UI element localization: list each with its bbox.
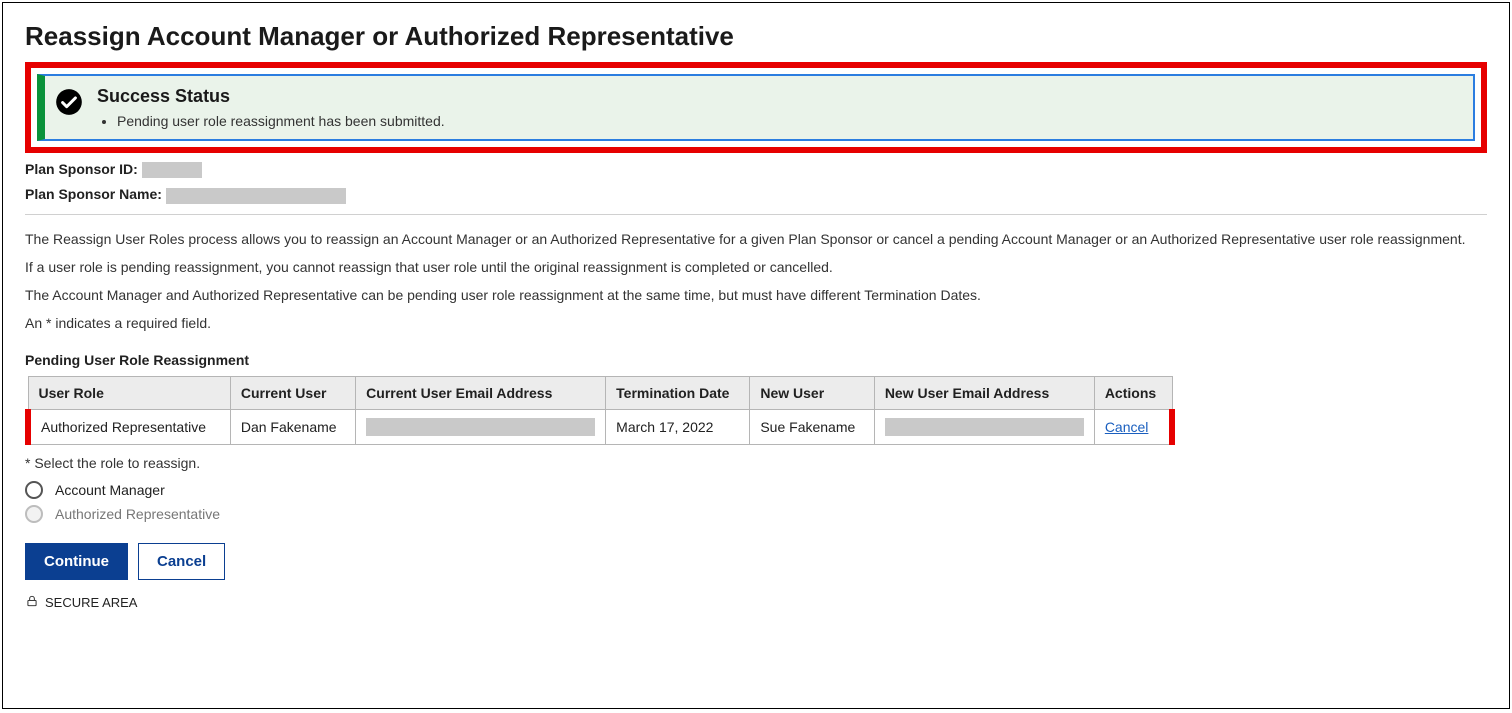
new-email-redacted [885,418,1084,436]
alert-message: Pending user role reassignment has been … [117,113,1459,129]
plan-sponsor-id-label: Plan Sponsor ID: [25,161,138,177]
plan-sponsor-name-label: Plan Sponsor Name: [25,186,162,202]
pending-section-label: Pending User Role Reassignment [25,352,1487,368]
radio-authorized-rep-label: Authorized Representative [55,506,220,522]
plan-sponsor-name-value-redacted [166,188,346,204]
continue-button[interactable]: Continue [25,543,128,580]
pending-table-header-row: User Role Current User Current User Emai… [28,376,1172,409]
table-row: Authorized Representative Dan Fakename M… [28,409,1172,444]
alert-message-list: Pending user role reassignment has been … [97,113,1459,129]
col-termination-date: Termination Date [606,376,750,409]
plan-sponsor-name-row: Plan Sponsor Name: [25,186,1487,203]
lock-icon [25,594,39,611]
cell-current-user: Dan Fakename [230,409,355,444]
col-user-role: User Role [28,376,230,409]
info-paragraph-3: The Account Manager and Authorized Repre… [25,285,1487,305]
plan-sponsor-id-row: Plan Sponsor ID: [25,161,1487,178]
info-paragraph-2: If a user role is pending reassignment, … [25,257,1487,277]
cell-new-user: Sue Fakename [750,409,874,444]
secure-area-label: SECURE AREA [25,594,1487,611]
info-paragraph-1: The Reassign User Roles process allows y… [25,229,1487,249]
col-actions: Actions [1094,376,1172,409]
col-new-email: New User Email Address [874,376,1094,409]
alert-title: Success Status [97,86,1459,107]
radio-authorized-rep-row: Authorized Representative [25,505,1487,523]
button-row: Continue Cancel [25,543,1487,580]
cancel-reassignment-link[interactable]: Cancel [1105,419,1149,435]
col-new-user: New User [750,376,874,409]
success-alert: Success Status Pending user role reassig… [37,74,1475,141]
alert-highlight-box: Success Status Pending user role reassig… [25,62,1487,153]
cell-user-role: Authorized Representative [28,409,230,444]
current-email-redacted [366,418,595,436]
select-role-hint: * Select the role to reassign. [25,455,1487,471]
radio-account-manager[interactable] [25,481,43,499]
divider [25,214,1487,215]
check-circle-icon [55,88,83,116]
info-paragraph-4: An * indicates a required field. [25,313,1487,333]
radio-authorized-rep [25,505,43,523]
alert-body: Success Status Pending user role reassig… [97,86,1459,129]
plan-sponsor-id-value-redacted [142,162,202,178]
col-current-user: Current User [230,376,355,409]
pending-table: User Role Current User Current User Emai… [25,376,1175,445]
page-frame: Reassign Account Manager or Authorized R… [2,2,1510,709]
cell-actions: Cancel [1094,409,1172,444]
cancel-button[interactable]: Cancel [138,543,225,580]
col-current-email: Current User Email Address [356,376,606,409]
page-title: Reassign Account Manager or Authorized R… [25,21,1487,52]
radio-account-manager-label: Account Manager [55,482,165,498]
cell-current-email [356,409,606,444]
cell-new-email [874,409,1094,444]
secure-area-text: SECURE AREA [45,595,137,610]
cell-termination-date: March 17, 2022 [606,409,750,444]
radio-account-manager-row[interactable]: Account Manager [25,481,1487,499]
